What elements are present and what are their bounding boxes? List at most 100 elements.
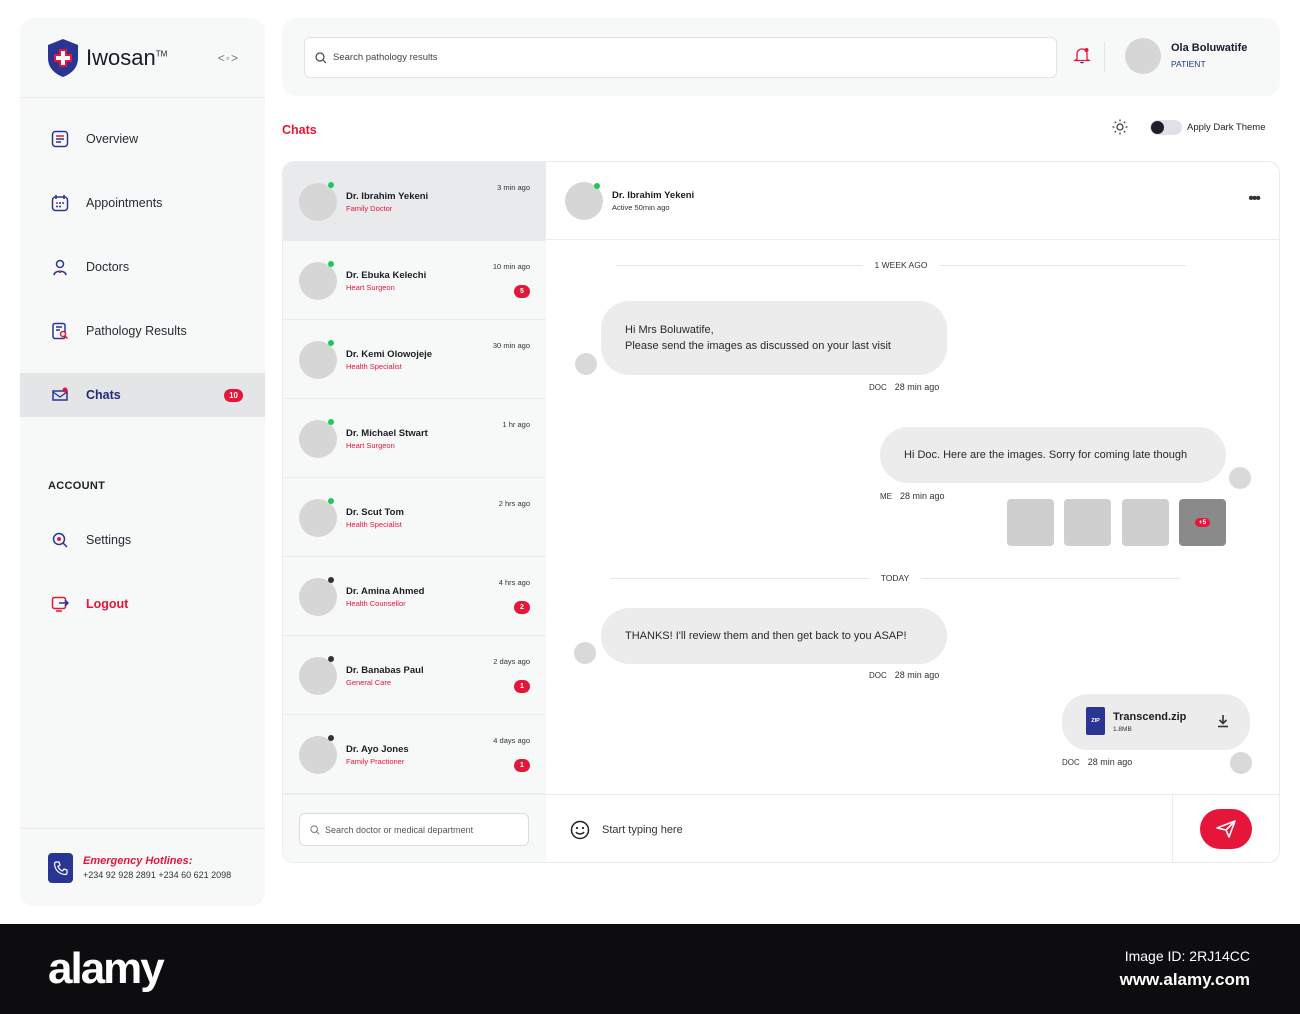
contact-item[interactable]: Dr. Ibrahim Yekeni Family Doctor 3 min a… — [283, 162, 546, 241]
sidebar-item-overview[interactable]: Overview — [20, 117, 265, 161]
contact-specialty: Family Practioner — [346, 757, 405, 766]
contact-specialty: Health Specialist — [346, 520, 402, 529]
stock-banner: alamy Image ID: 2RJ14CC www.alamy.com — [0, 924, 1300, 1014]
image-thumbnail[interactable] — [1007, 499, 1054, 546]
avatar — [299, 736, 337, 774]
user-name: Ola Boluwatife — [1171, 42, 1248, 54]
logout-icon — [50, 594, 70, 614]
contact-item[interactable]: Dr. Kemi Olowojeje Health Specialist 30 … — [283, 320, 546, 399]
account-nav: Settings Logout — [20, 518, 265, 646]
contact-name: Dr. Ebuka Kelechi — [346, 270, 427, 281]
contact-name: Dr. Banabas Paul — [346, 665, 424, 676]
contact-time: 4 days ago — [493, 736, 530, 745]
sidebar-item-chats[interactable]: Chats 10 — [20, 373, 265, 417]
more-images-thumbnail[interactable]: +5 — [1179, 499, 1226, 546]
avatar — [299, 499, 337, 537]
message-bubble: Hi Doc. Here are the images. Sorry for c… — [880, 427, 1226, 483]
shield-logo-icon — [48, 38, 78, 77]
contact-time: 4 hrs ago — [498, 578, 530, 587]
message-meta: DOC 28 min ago — [869, 670, 940, 680]
divider — [1172, 795, 1173, 862]
page: IwosanTM <◦> Overview Appointments Docto… — [0, 0, 1300, 1014]
phone-icon — [48, 852, 73, 883]
chat-icon — [50, 385, 70, 405]
contact-name: Dr. Amina Ahmed — [346, 586, 425, 597]
online-status-dot — [328, 419, 334, 425]
contact-name: Dr. Ibrahim Yekeni — [346, 191, 429, 202]
avatar — [299, 341, 337, 379]
contact-item[interactable]: Dr. Scut Tom Health Specialist 2 hrs ago — [283, 478, 546, 557]
collapse-toggle-icon[interactable]: <◦> — [218, 51, 239, 65]
online-status-dot — [328, 261, 334, 267]
site-url: www.alamy.com — [1119, 970, 1250, 989]
date-divider: 1 WEEK AGO — [616, 259, 1186, 271]
message-bubble: THANKS! I'll review them and then get ba… — [601, 608, 947, 664]
contact-specialty: Heart Surgeon — [346, 441, 395, 450]
toggle-knob — [1151, 120, 1164, 134]
emergency-hotline: Emergency Hotlines: +234 92 928 2891 +23… — [20, 828, 265, 906]
offline-status-dot — [328, 735, 334, 741]
conversation-header: Dr. Ibrahim Yekeni Active 50min ago ••• — [546, 162, 1279, 240]
sidebar-nav: Overview Appointments Doctors Pathology … — [20, 117, 265, 437]
download-icon[interactable] — [1216, 714, 1230, 728]
sidebar-item-logout[interactable]: Logout — [20, 582, 265, 626]
overview-icon — [50, 129, 70, 149]
unread-badge: 1 — [514, 759, 530, 772]
hotline-numbers: +234 92 928 2891 +234 60 621 2098 — [83, 870, 232, 880]
unread-badge: 1 — [514, 680, 530, 693]
contact-search-area — [283, 794, 546, 862]
search-icon — [310, 824, 320, 835]
settings-icon — [50, 530, 70, 550]
app-name: IwosanTM — [86, 44, 168, 70]
notification-bell-icon[interactable] — [1072, 45, 1092, 65]
sidebar-item-label: Pathology Results — [86, 324, 187, 338]
divider — [1104, 42, 1105, 72]
doctor-avatar — [574, 642, 596, 664]
contact-item[interactable]: Dr. Michael Stwart Heart Surgeon 1 hr ag… — [283, 399, 546, 478]
date-divider: TODAY — [610, 572, 1180, 584]
contact-item[interactable]: Dr. Banabas Paul General Care 2 days ago… — [283, 636, 546, 715]
dark-theme-toggle[interactable] — [1150, 119, 1182, 135]
zip-file-icon: ZIP — [1086, 707, 1105, 735]
sidebar-item-pathology-results[interactable]: Pathology Results — [20, 309, 265, 353]
avatar — [299, 420, 337, 458]
sidebar-item-label: Doctors — [86, 260, 130, 274]
search-icon — [315, 51, 327, 63]
contact-item[interactable]: Dr. Amina Ahmed Health Counsellor 4 hrs … — [283, 557, 546, 636]
chats-count-badge: 10 — [224, 388, 243, 402]
sidebar-item-label: Logout — [86, 597, 129, 611]
more-options-icon[interactable]: ••• — [1248, 190, 1261, 208]
contact-time: 3 min ago — [497, 183, 530, 192]
send-button[interactable] — [1200, 809, 1252, 849]
sidebar-item-doctors[interactable]: Doctors — [20, 245, 265, 289]
search-input[interactable] — [333, 52, 933, 63]
brand: IwosanTM <◦> — [20, 18, 265, 98]
message-meta: DOC 28 min ago — [1062, 757, 1133, 767]
image-thumbnail[interactable] — [1064, 499, 1111, 546]
top-bar: Ola Boluwatife PATIENT — [282, 18, 1280, 96]
user-avatar[interactable] — [1125, 38, 1161, 74]
contact-time: 10 min ago — [492, 262, 530, 271]
doctor-icon — [50, 257, 70, 277]
conversation-name: Dr. Ibrahim Yekeni — [612, 190, 695, 201]
online-status-dot — [328, 182, 334, 188]
avatar — [299, 262, 337, 300]
emoji-icon[interactable] — [570, 820, 590, 840]
calendar-icon — [50, 193, 70, 213]
contact-search-input[interactable] — [325, 824, 515, 835]
contact-specialty: Family Doctor — [346, 204, 393, 213]
online-status-dot — [328, 498, 334, 504]
contact-time: 30 min ago — [492, 341, 530, 350]
hotline-title: Emergency Hotlines: — [83, 855, 193, 867]
contact-specialty: Health Specialist — [346, 362, 402, 371]
contact-item[interactable]: Dr. Ayo Jones Family Practioner 4 days a… — [283, 715, 546, 794]
image-thumbnail[interactable] — [1122, 499, 1169, 546]
file-size: 1.8MB — [1113, 726, 1132, 733]
avatar — [299, 657, 337, 695]
file-attachment[interactable]: ZIP Transcend.zip 1.8MB — [1062, 694, 1250, 750]
sidebar-item-label: Settings — [86, 533, 132, 547]
message-input[interactable] — [602, 819, 1162, 841]
contact-item[interactable]: Dr. Ebuka Kelechi Heart Surgeon 10 min a… — [283, 241, 546, 320]
sidebar-item-settings[interactable]: Settings — [20, 518, 265, 562]
sidebar-item-appointments[interactable]: Appointments — [20, 181, 265, 225]
